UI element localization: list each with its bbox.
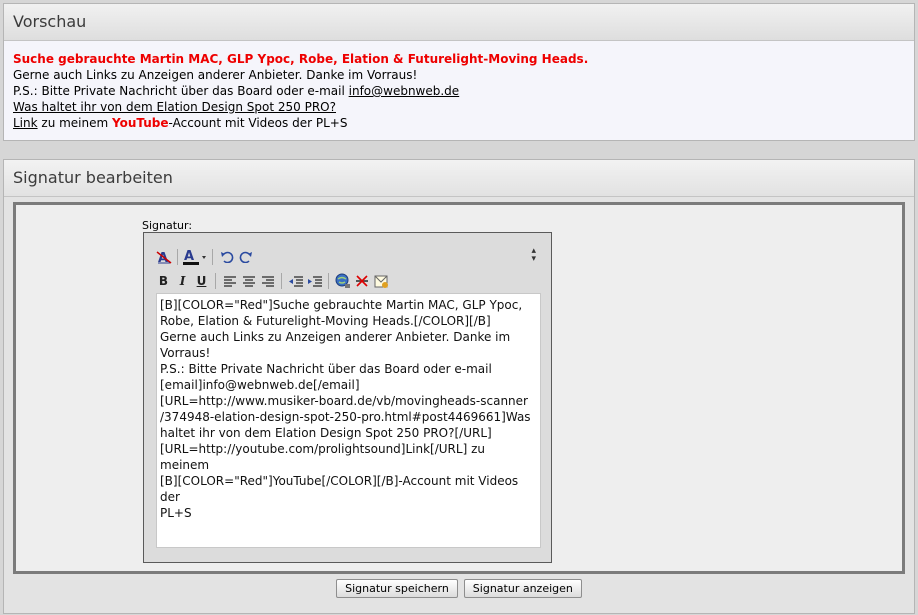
edit-area: Signatur: A A ▴ ▾ B I U [B][COLOR="Red"]… (13, 202, 905, 574)
preview-line-4: Was haltet ihr von dem Elation Design Sp… (13, 99, 905, 115)
toolbar-divider (177, 249, 178, 265)
signature-editor: A A ▴ ▾ B I U [B][COLOR="Red"]Suche gebr… (143, 232, 552, 563)
toolbar-divider (212, 249, 213, 265)
youtube-link[interactable]: Link (13, 116, 38, 130)
edit-inner: Signatur: A A ▴ ▾ B I U [B][COLOR="Red"]… (16, 205, 902, 571)
preview-headline: Suche gebrauchte Martin MAC, GLP Ypoc, R… (13, 52, 589, 66)
youtube-highlight: YouTube (112, 116, 169, 130)
preview-title: Vorschau (4, 4, 914, 41)
insert-link-icon[interactable] (333, 272, 352, 291)
insert-email-icon[interactable] (371, 272, 390, 291)
bold-icon[interactable]: B (154, 272, 173, 291)
align-left-icon[interactable] (220, 272, 239, 291)
align-center-icon[interactable] (239, 272, 258, 291)
undo-icon[interactable] (217, 248, 236, 267)
signature-label: Signatur: (142, 219, 193, 232)
toolbar-divider (328, 273, 329, 289)
remove-link-icon[interactable] (352, 272, 371, 291)
edit-signature-panel: Signatur bearbeiten Signatur: A A ▴ ▾ B … (3, 159, 915, 614)
preview-body: Suche gebrauchte Martin MAC, GLP Ypoc, R… (4, 41, 914, 131)
outdent-icon[interactable] (286, 272, 305, 291)
indent-icon[interactable] (305, 272, 324, 291)
preview-line-5-suffix: -Account mit Videos der PL+S (168, 116, 348, 130)
signature-textarea[interactable]: [B][COLOR="Red"]Suche gebrauchte Martin … (156, 293, 541, 548)
preview-line-3-text: P.S.: Bitte Private Nachricht über das B… (13, 84, 349, 98)
email-link[interactable]: info@webnweb.de (349, 84, 460, 98)
redo-icon[interactable] (236, 248, 255, 267)
save-signature-button[interactable]: Signatur speichern (336, 579, 458, 598)
button-bar: Signatur speichern Signatur anzeigen (4, 579, 914, 598)
toolbar-divider (281, 273, 282, 289)
toolbar-row-1: A A (154, 247, 255, 267)
preview-line-2: Gerne auch Links zu Anzeigen anderer Anb… (13, 68, 418, 82)
toolbar-divider (215, 273, 216, 289)
font-color-icon[interactable]: A (182, 248, 208, 267)
show-signature-button[interactable]: Signatur anzeigen (463, 579, 582, 598)
edit-title: Signatur bearbeiten (4, 160, 914, 197)
italic-icon[interactable]: I (173, 272, 192, 291)
preview-line-5: Link zu meinem YouTube-Account mit Video… (13, 115, 905, 131)
align-right-icon[interactable] (258, 272, 277, 291)
toolbar-row-2: B I U (154, 271, 390, 291)
remove-format-icon[interactable]: A (154, 248, 173, 267)
svg-text:A: A (184, 249, 194, 264)
elation-link[interactable]: Was haltet ihr von dem Elation Design Sp… (13, 100, 336, 114)
preview-line-5-mid: zu meinem (37, 116, 113, 130)
preview-line-3: P.S.: Bitte Private Nachricht über das B… (13, 83, 905, 99)
preview-panel: Vorschau Suche gebrauchte Martin MAC, GL… (3, 3, 915, 141)
resize-icon[interactable]: ▴ ▾ (531, 247, 536, 264)
underline-icon[interactable]: U (192, 272, 211, 291)
